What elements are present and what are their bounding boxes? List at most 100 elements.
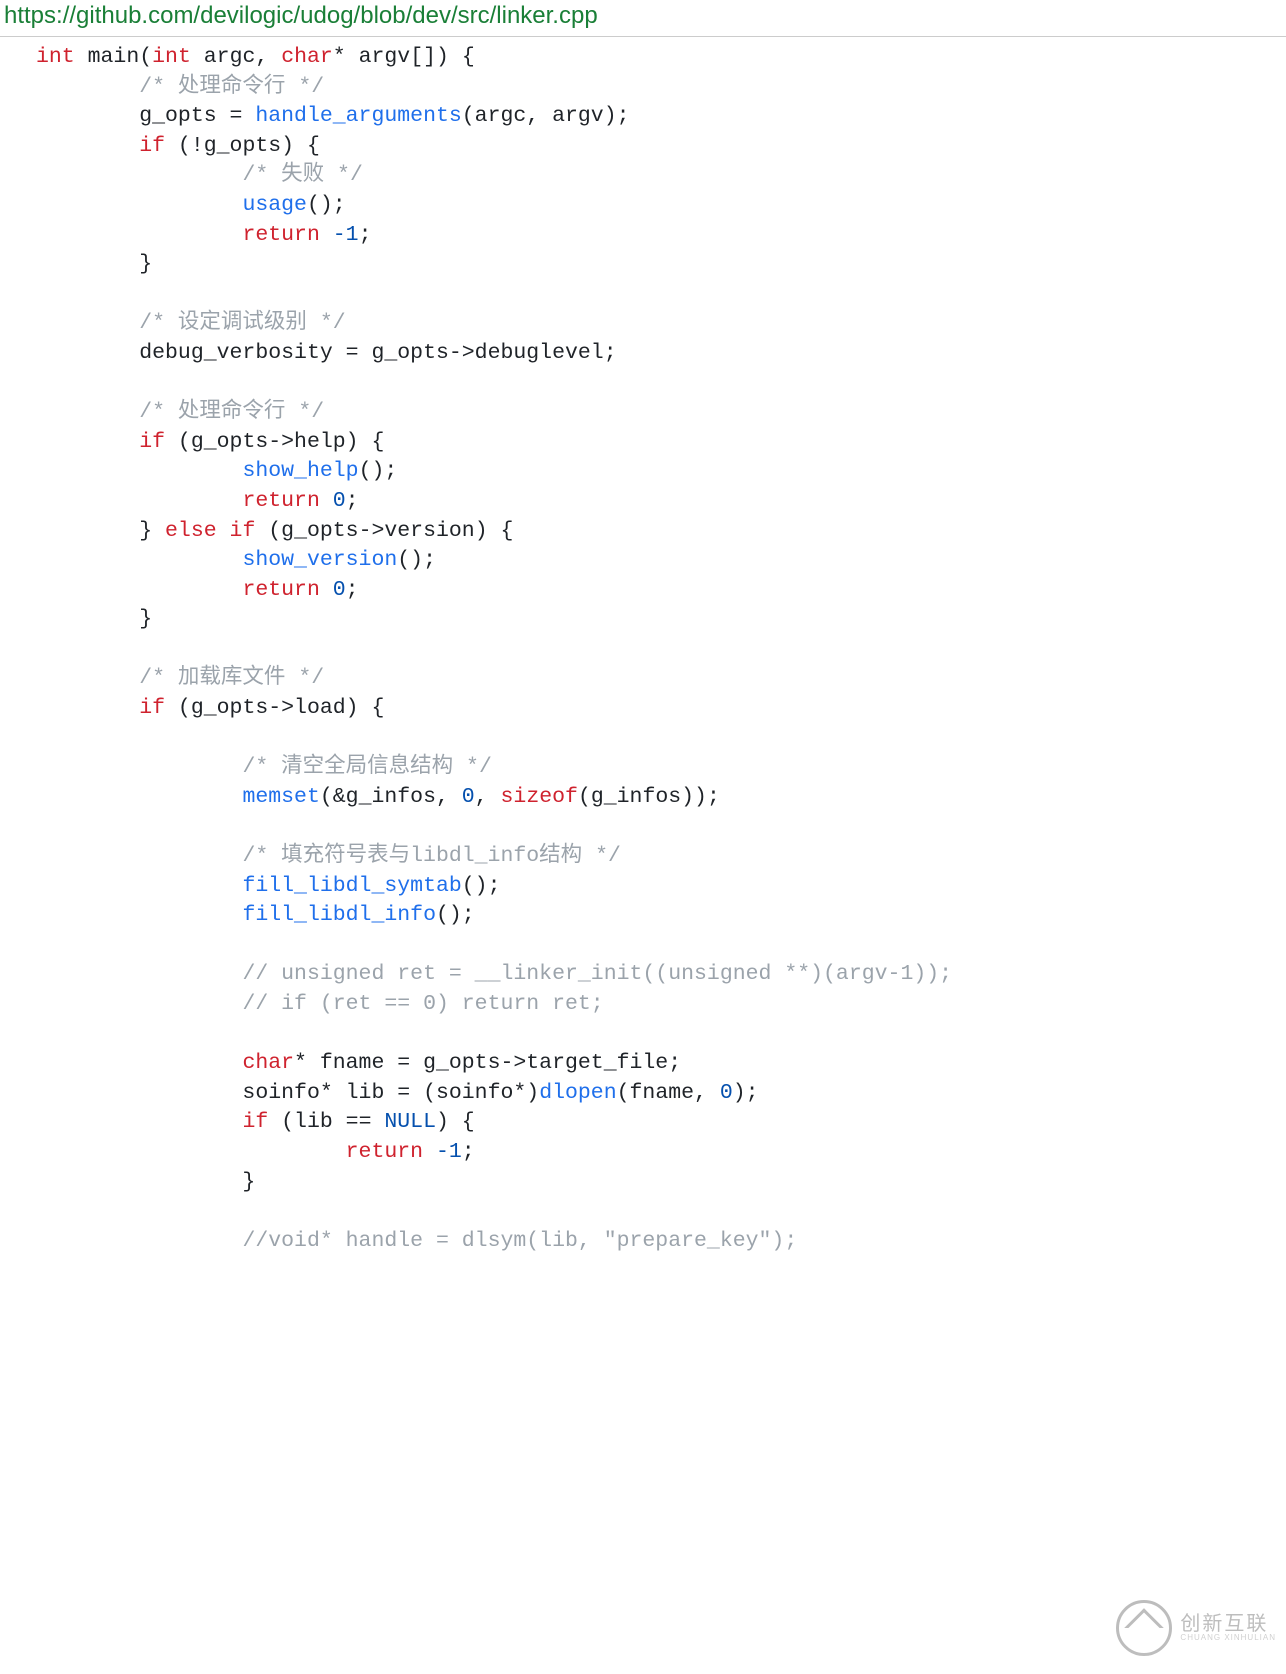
code-token: ); (733, 1081, 759, 1105)
code-token (320, 578, 333, 602)
code-line: if (g_opts->help) { (36, 428, 1278, 458)
code-line: memset(&g_infos, 0, sizeof(g_infos)); (36, 783, 1278, 813)
watermark-logo-icon (1116, 1600, 1172, 1656)
code-token: if (230, 519, 256, 543)
code-token: NULL (384, 1110, 436, 1134)
code-token: (&g_infos, (320, 785, 462, 809)
code-line: } (36, 605, 1278, 635)
code-token (36, 578, 242, 602)
code-token: -1 (436, 1140, 462, 1164)
code-token: if (139, 696, 165, 720)
code-line: // unsigned ret = __linker_init((unsigne… (36, 960, 1278, 990)
code-token (320, 489, 333, 513)
code-token (36, 755, 242, 779)
code-token (36, 193, 242, 217)
code-token: (g_opts->load) { (165, 696, 384, 720)
code-token (36, 696, 139, 720)
code-token: (g_opts->help) { (165, 430, 384, 454)
code-token (36, 430, 139, 454)
code-line: show_help(); (36, 457, 1278, 487)
code-token: /* 清空全局信息结构 */ (242, 755, 491, 779)
code-token: ; (359, 223, 372, 247)
code-token (36, 992, 242, 1016)
code-token: /* 加载库文件 */ (139, 666, 324, 690)
code-line: /* 加载库文件 */ (36, 664, 1278, 694)
code-token: else (165, 519, 217, 543)
code-token: (); (359, 459, 398, 483)
code-line: //void* handle = dlsym(lib, "prepare_key… (36, 1227, 1278, 1257)
code-token (36, 1140, 346, 1164)
code-token: main( (75, 45, 152, 69)
code-line (36, 369, 1278, 399)
code-line (36, 724, 1278, 754)
code-token: 0 (462, 785, 475, 809)
code-line: /* 填充符号表与libdl_info结构 */ (36, 842, 1278, 872)
code-line: } (36, 1168, 1278, 1198)
code-token: /* 处理命令行 */ (139, 75, 324, 99)
code-token: if (139, 134, 165, 158)
watermark-text-en: CHUANG XINHULIAN (1180, 1634, 1276, 1642)
code-token: int (36, 45, 75, 69)
code-line: } (36, 250, 1278, 280)
code-line (36, 1020, 1278, 1050)
code-line: char* fname = g_opts->target_file; (36, 1049, 1278, 1079)
code-line: /* 设定调试级别 */ (36, 309, 1278, 339)
code-token: * argv[]) { (333, 45, 475, 69)
code-token (36, 311, 139, 335)
code-line: usage(); (36, 191, 1278, 221)
code-line: return -1; (36, 1138, 1278, 1168)
code-line (36, 1197, 1278, 1227)
code-token: debug_verbosity = g_opts->debuglevel; (36, 341, 617, 365)
code-token (36, 1110, 242, 1134)
code-token: // unsigned ret = __linker_init((unsigne… (242, 962, 952, 986)
code-line (36, 812, 1278, 842)
code-token: memset (242, 785, 319, 809)
code-token: ; (346, 578, 359, 602)
code-line: // if (ret == 0) return ret; (36, 990, 1278, 1020)
code-token: , (475, 785, 501, 809)
code-line: if (g_opts->load) { (36, 694, 1278, 724)
code-token: /* 设定调试级别 */ (139, 311, 345, 335)
code-token: ) { (436, 1110, 475, 1134)
code-token: return (242, 223, 319, 247)
code-token: 0 (333, 489, 346, 513)
code-token (36, 666, 139, 690)
code-token (217, 519, 230, 543)
code-token (36, 785, 242, 809)
code-token: argc, (191, 45, 281, 69)
code-line: fill_libdl_info(); (36, 901, 1278, 931)
code-token (36, 1229, 242, 1253)
code-token: if (139, 430, 165, 454)
source-url[interactable]: https://github.com/devilogic/udog/blob/d… (0, 0, 1286, 37)
code-token: return (346, 1140, 423, 1164)
code-token: /* 处理命令行 */ (139, 400, 324, 424)
code-token (36, 163, 242, 187)
code-token (36, 459, 242, 483)
code-token (36, 75, 139, 99)
code-token: show_version (242, 548, 397, 572)
code-token (36, 1051, 242, 1075)
code-block: int main(int argc, char* argv[]) { /* 处理… (0, 37, 1286, 1256)
code-token: (); (307, 193, 346, 217)
code-token (423, 1140, 436, 1164)
code-token (36, 223, 242, 247)
code-token: ; (462, 1140, 475, 1164)
code-token: ; (346, 489, 359, 513)
code-token: sizeof (501, 785, 578, 809)
code-line: /* 清空全局信息结构 */ (36, 753, 1278, 783)
code-token: } (36, 607, 152, 631)
code-token: fill_libdl_info (242, 903, 436, 927)
code-token: (g_opts->version) { (255, 519, 513, 543)
code-token: (!g_opts) { (165, 134, 320, 158)
code-token: -1 (333, 223, 359, 247)
code-line: soinfo* lib = (soinfo*)dlopen(fname, 0); (36, 1079, 1278, 1109)
code-line: } else if (g_opts->version) { (36, 517, 1278, 547)
code-token (36, 134, 139, 158)
code-line: /* 处理命令行 */ (36, 398, 1278, 428)
code-token (36, 400, 139, 424)
code-token: char (242, 1051, 294, 1075)
code-line: g_opts = handle_arguments(argc, argv); (36, 102, 1278, 132)
watermark: 创新互联 CHUANG XINHULIAN (1116, 1600, 1276, 1656)
code-token: fill_libdl_symtab (242, 874, 461, 898)
code-token (36, 489, 242, 513)
